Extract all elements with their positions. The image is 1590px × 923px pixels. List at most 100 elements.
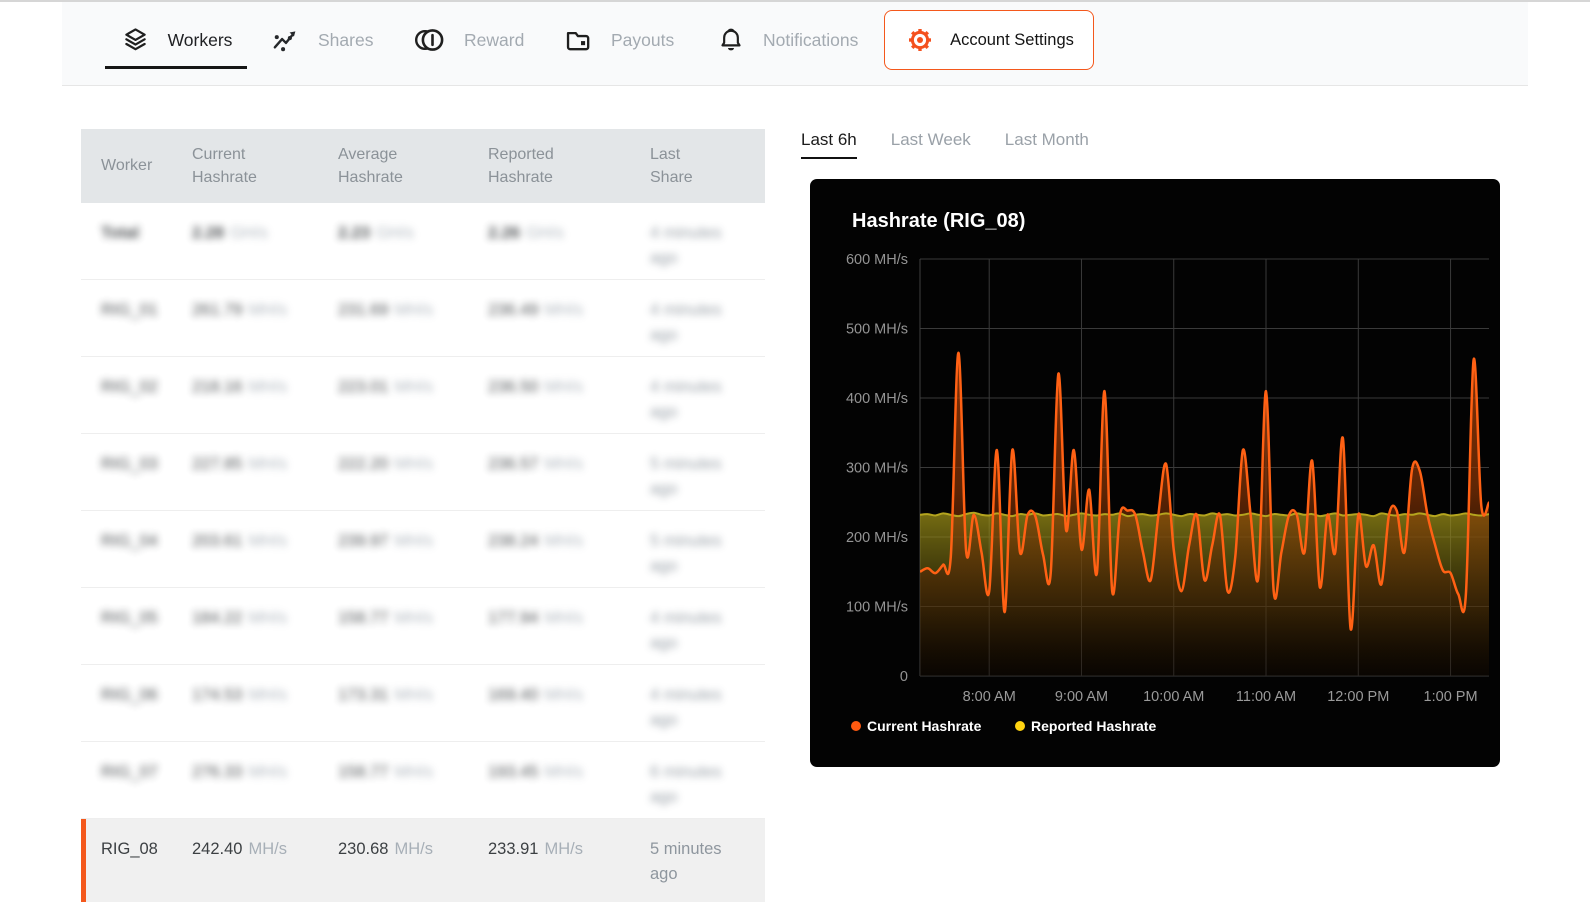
current-hashrate-value: 184.22 bbox=[192, 609, 242, 627]
average-hashrate-value: 230.68 bbox=[338, 840, 388, 858]
last-share: 4 minutes ago bbox=[650, 606, 765, 656]
last-share: 5 minutes ago bbox=[650, 529, 765, 579]
reported-hashrate-value: 2.26 bbox=[488, 224, 520, 242]
table-row-rig-08-selected[interactable]: RIG_08 242.40MH/s 230.68MH/s 233.91MH/s … bbox=[81, 819, 765, 902]
current-hashrate-value: 203.61 bbox=[192, 532, 242, 550]
unit: MH/s bbox=[248, 378, 287, 396]
reported-hashrate-value: 233.91 bbox=[488, 840, 538, 858]
unit: GH/s bbox=[376, 224, 414, 242]
last-share: 5 minutes ago bbox=[650, 452, 765, 502]
coins-icon bbox=[413, 24, 447, 56]
chart-range-tabs: Last 6h Last Week Last Month bbox=[801, 130, 1089, 159]
unit: MH/s bbox=[394, 301, 433, 319]
last-share: 4 minutes ago bbox=[650, 221, 765, 271]
last-share: 4 minutes ago bbox=[650, 375, 765, 425]
nav-tab-shares[interactable]: Shares bbox=[270, 11, 373, 69]
x-axis-label: 1:00 PM bbox=[1424, 689, 1478, 705]
y-axis-label: 500 MH/s bbox=[846, 322, 908, 338]
worker-name: RIG_01 bbox=[101, 298, 192, 323]
unit: MH/s bbox=[544, 686, 583, 704]
worker-name: RIG_04 bbox=[101, 529, 192, 554]
account-settings-label: Account Settings bbox=[950, 31, 1074, 50]
unit: MH/s bbox=[544, 301, 583, 319]
worker-name: RIG_07 bbox=[101, 760, 192, 785]
current-hashrate-value: 227.85 bbox=[192, 455, 242, 473]
nav-tab-reward[interactable]: Reward bbox=[413, 11, 524, 69]
average-hashrate-value: 158.77 bbox=[338, 609, 388, 627]
reported-hashrate-value: 193.45 bbox=[488, 763, 538, 781]
last-share: 5 minutes ago bbox=[650, 837, 765, 887]
unit: MH/s bbox=[544, 609, 583, 627]
average-hashrate-value: 222.20 bbox=[338, 455, 388, 473]
current-hashrate-value: 242.40 bbox=[192, 840, 242, 858]
average-hashrate-value: 173.31 bbox=[338, 686, 388, 704]
worker-name: RIG_05 bbox=[101, 606, 192, 631]
legend-label-reported: Reported Hashrate bbox=[1031, 718, 1156, 734]
x-axis-label: 12:00 PM bbox=[1327, 689, 1389, 705]
unit: MH/s bbox=[248, 840, 287, 858]
top-navbar: Workers Shares Reward Payouts bbox=[62, 2, 1528, 86]
nav-tab-label: Shares bbox=[318, 30, 373, 51]
tab-last-week[interactable]: Last Week bbox=[891, 130, 971, 159]
unit: MH/s bbox=[544, 840, 583, 858]
table-row-rig-02[interactable]: RIG_02 218.16MH/s 223.01MH/s 236.50MH/s … bbox=[81, 357, 765, 434]
average-hashrate-value: 2.23 bbox=[338, 224, 370, 242]
x-axis-label: 9:00 AM bbox=[1055, 689, 1108, 705]
unit: MH/s bbox=[394, 378, 433, 396]
unit: MH/s bbox=[544, 455, 583, 473]
unit: MH/s bbox=[544, 378, 583, 396]
table-row-rig-04[interactable]: RIG_04 203.61MH/s 239.97MH/s 238.24MH/s … bbox=[81, 511, 765, 588]
layers-icon bbox=[120, 25, 151, 56]
account-settings-button[interactable]: Account Settings bbox=[884, 10, 1094, 70]
table-row-total[interactable]: Total 2.28 GH/s 2.23 GH/s 2.26 GH/s 4 minut… bbox=[81, 203, 765, 280]
nav-tab-payouts[interactable]: Payouts bbox=[563, 11, 674, 69]
reported-hashrate-value: 177.94 bbox=[488, 609, 538, 627]
unit: MH/s bbox=[248, 686, 287, 704]
worker-name: RIG_08 bbox=[101, 837, 192, 862]
average-hashrate-value: 223.01 bbox=[338, 378, 388, 396]
column-header-reported-hashrate: Reported Hashrate bbox=[488, 143, 650, 189]
unit: MH/s bbox=[248, 532, 287, 550]
y-axis-label: 300 MH/s bbox=[846, 461, 908, 477]
table-row-rig-05[interactable]: RIG_05 184.22MH/s 158.77MH/s 177.94MH/s … bbox=[81, 588, 765, 665]
workers-table: Worker Current Hashrate Average Hashrate… bbox=[81, 129, 765, 902]
chart-title: Hashrate (RIG_08) bbox=[852, 210, 1025, 232]
unit: MH/s bbox=[544, 532, 583, 550]
current-hashrate-value: 276.33 bbox=[192, 763, 242, 781]
current-hashrate-value: 2.28 bbox=[192, 224, 224, 242]
tab-last-month[interactable]: Last Month bbox=[1005, 130, 1089, 159]
nav-tab-label: Payouts bbox=[611, 30, 674, 51]
worker-name: Total bbox=[101, 221, 192, 246]
last-share: 4 minutes ago bbox=[650, 683, 765, 733]
unit: GH/s bbox=[526, 224, 564, 242]
column-header-last-share: Last Share bbox=[650, 143, 765, 189]
table-row-rig-06[interactable]: RIG_06 174.53MH/s 173.31MH/s 169.40MH/s … bbox=[81, 665, 765, 742]
reported-hashrate-value: 169.40 bbox=[488, 686, 538, 704]
active-tab-underline bbox=[105, 66, 247, 69]
hashrate-chart-svg: 600 MH/s500 MH/s400 MH/s300 MH/s200 MH/s… bbox=[810, 179, 1500, 767]
nav-tab-label: Notifications bbox=[763, 30, 858, 51]
unit: MH/s bbox=[248, 609, 287, 627]
worker-name: RIG_06 bbox=[101, 683, 192, 708]
unit: MH/s bbox=[394, 455, 433, 473]
unit: GH/s bbox=[230, 224, 268, 242]
average-hashrate-value: 158.77 bbox=[338, 763, 388, 781]
nav-tab-workers[interactable]: Workers bbox=[105, 11, 247, 69]
table-row-rig-03[interactable]: RIG_03 227.85MH/s 222.20MH/s 236.57MH/s … bbox=[81, 434, 765, 511]
tab-last-6h[interactable]: Last 6h bbox=[801, 130, 857, 159]
reported-hashrate-value: 238.24 bbox=[488, 532, 538, 550]
nav-tab-notifications[interactable]: Notifications bbox=[716, 11, 858, 69]
unit: MH/s bbox=[394, 840, 433, 858]
legend-dot-current bbox=[851, 721, 861, 731]
x-axis-label: 11:00 AM bbox=[1236, 689, 1296, 705]
y-axis-label: 0 bbox=[900, 669, 908, 685]
legend-label-current: Current Hashrate bbox=[867, 718, 982, 734]
table-row-rig-01[interactable]: RIG_01 261.79MH/s 231.69MH/s 236.49MH/s … bbox=[81, 280, 765, 357]
last-share: 6 minutes ago bbox=[650, 760, 765, 810]
worker-name: RIG_03 bbox=[101, 452, 192, 477]
column-header-current-hashrate: Current Hashrate bbox=[192, 143, 338, 189]
unit: MH/s bbox=[394, 532, 433, 550]
unit: MH/s bbox=[248, 301, 287, 319]
table-row-rig-07[interactable]: RIG_07 276.33MH/s 158.77MH/s 193.45MH/s … bbox=[81, 742, 765, 819]
column-header-worker: Worker bbox=[101, 154, 192, 177]
